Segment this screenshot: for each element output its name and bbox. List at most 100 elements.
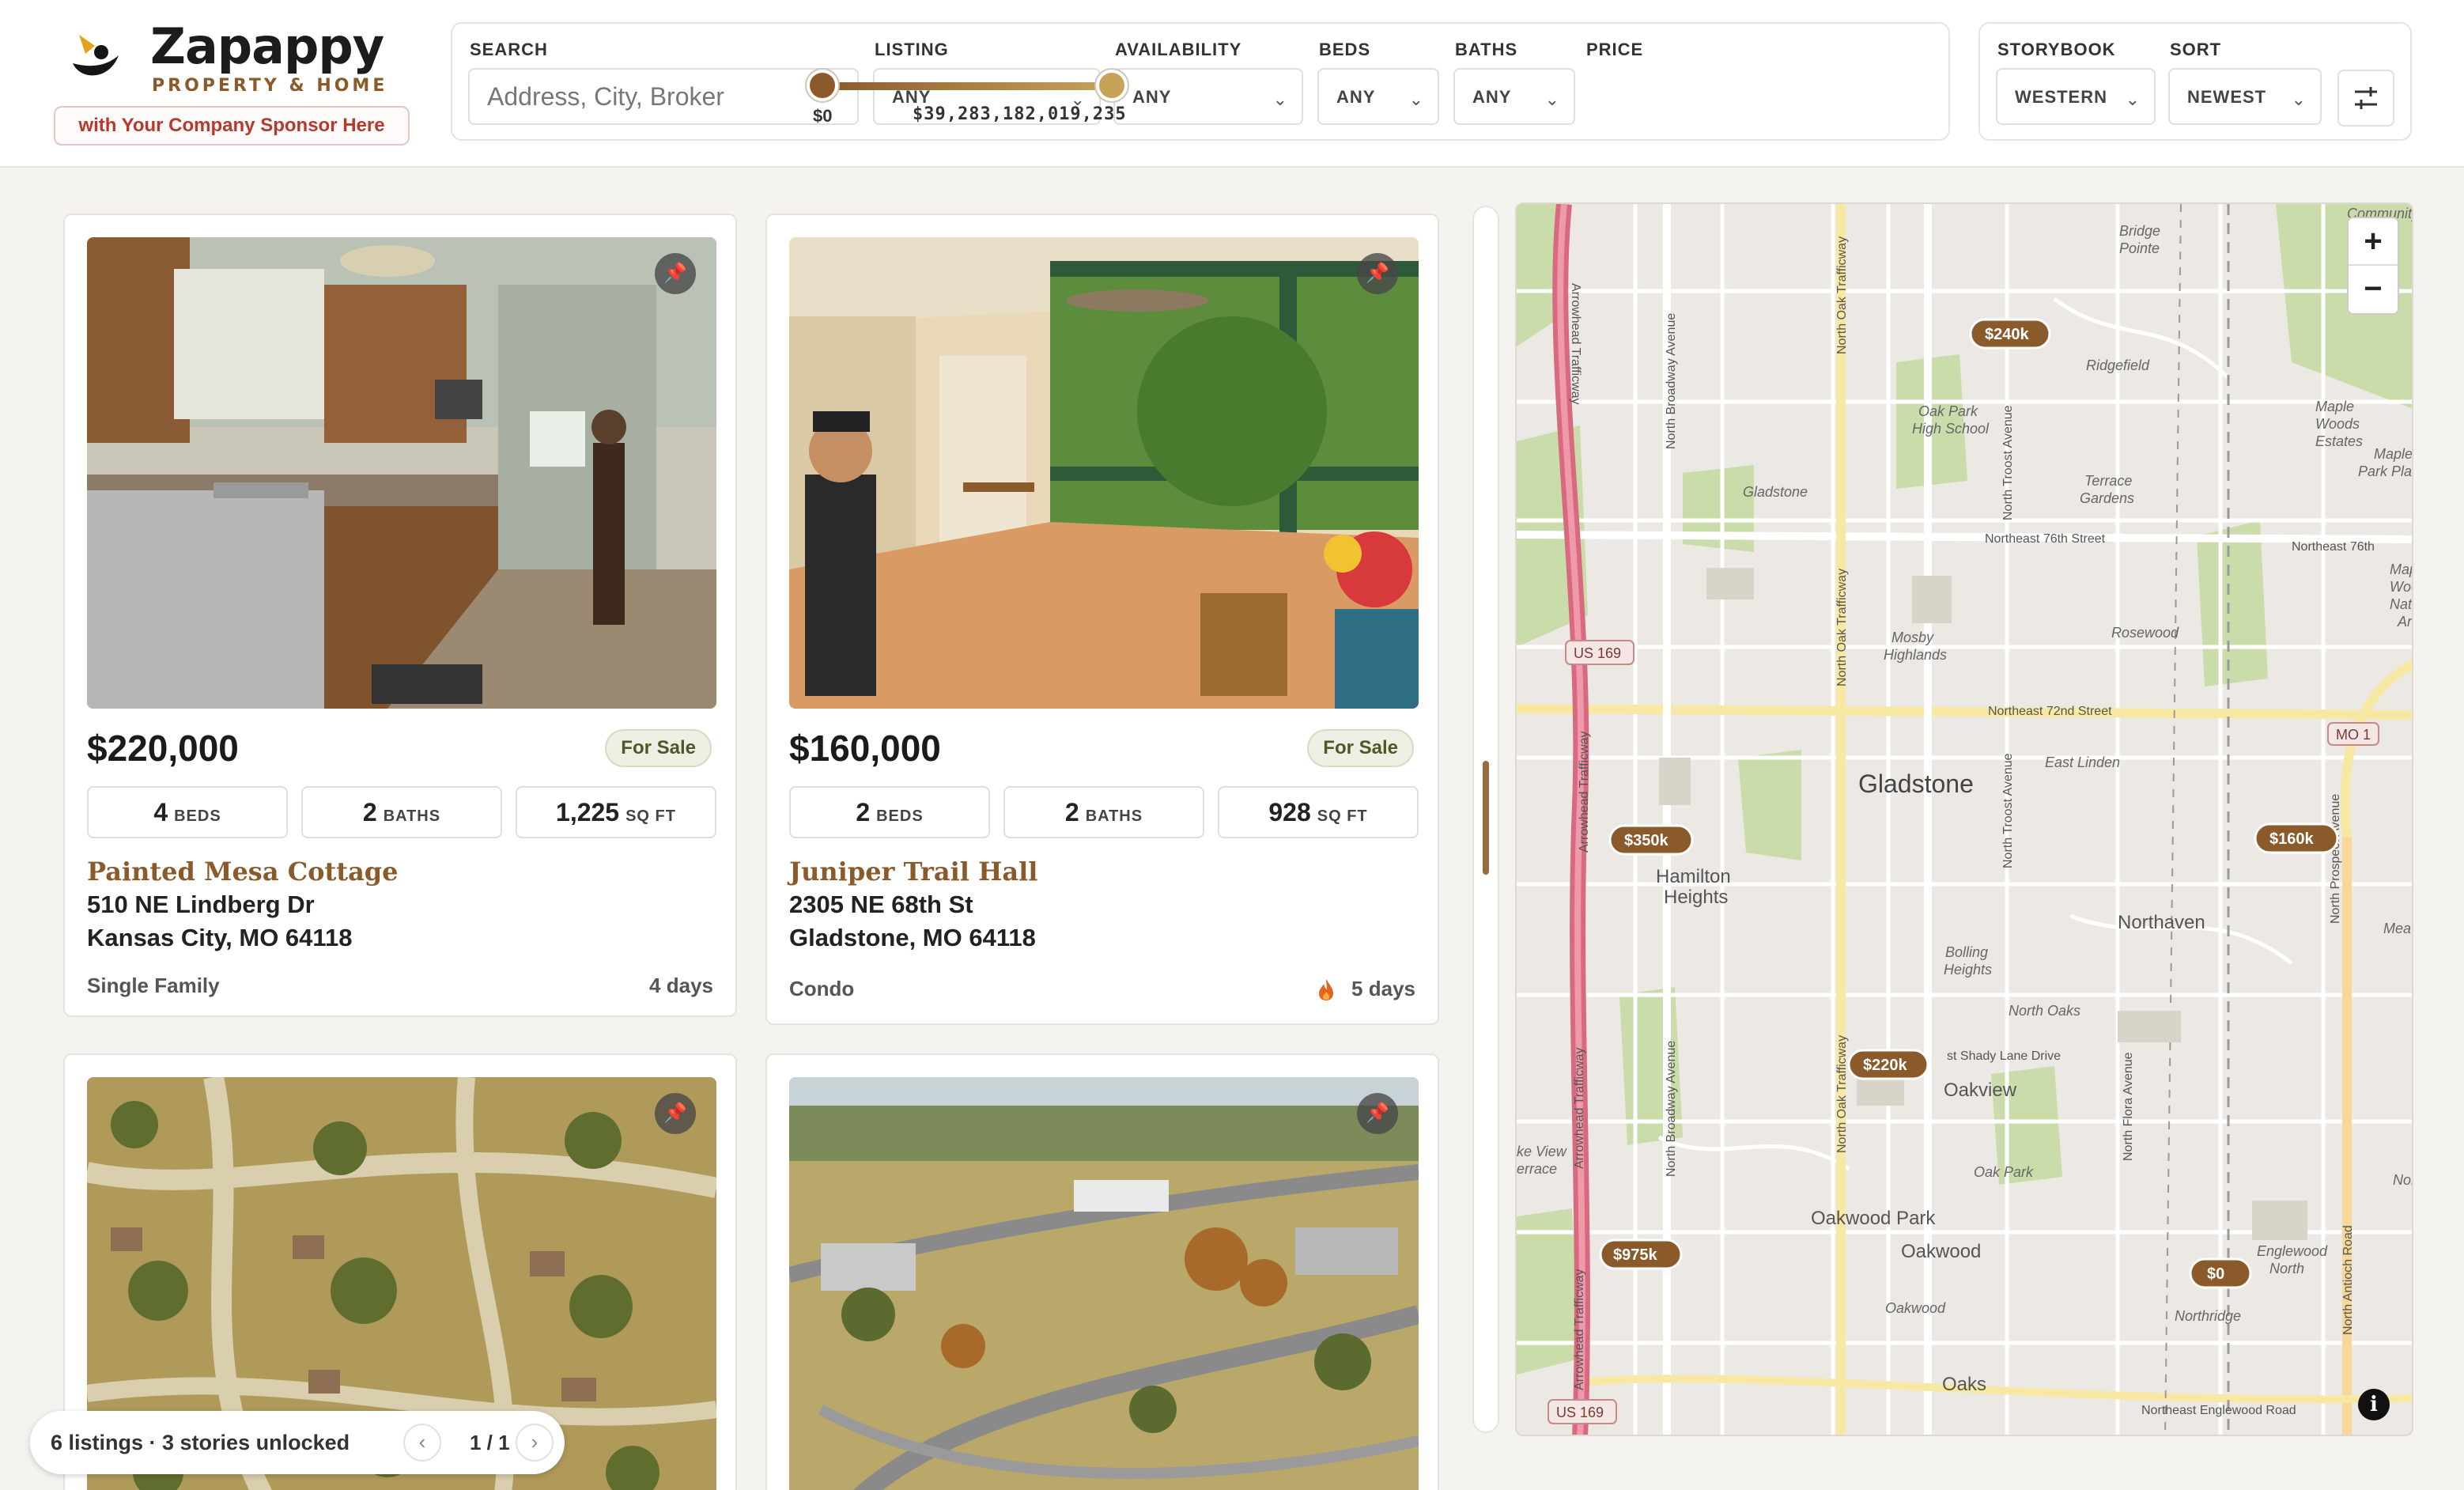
map-label: ke View [1517,1144,1567,1159]
zoom-controls: + − [2347,217,2399,315]
street-label: North Troost Avenue [2001,753,2015,868]
route-shield-us169-south: US 169 [1548,1399,1617,1424]
map-label: Gladstone [1743,484,1808,500]
baths-stat: 2 BATHS [1003,786,1204,838]
beds-label: BEDS [1319,40,1371,59]
filter-panel: SEARCH LISTING ANY ⌄ AVAILABILITY ANY ⌄ … [451,22,1950,141]
map-label: Mosby [1891,630,1934,645]
baths-unit: BATHS [383,807,441,825]
street-label: Arrowhead Trafficway [1573,1269,1586,1390]
svg-text:MO 1: MO 1 [2336,727,2371,743]
results-pager: 6 listings · 3 stories unlocked ‹ 1 / 1 … [30,1411,565,1474]
route-shield-us169-north: US 169 [1565,640,1634,665]
search-input[interactable] [487,70,835,123]
search-field [468,68,859,125]
map-marker-220k[interactable]: $220k [1847,1049,1929,1080]
pin-icon[interactable]: 📌 [655,1093,696,1134]
listings-scrollbar[interactable] [1472,206,1499,1433]
map-marker-975k[interactable]: $975k [1599,1239,1683,1270]
map-marker-0[interactable]: $0 [2189,1257,2252,1289]
map-label: Oakwood [1901,1241,1981,1262]
street-label: North Prospect Avenue [2329,794,2342,924]
listing-photo-aerial-highway[interactable]: 📌 [789,1077,1419,1490]
street-label: Northeast 76th Street [1985,532,2106,546]
svg-text:US 169: US 169 [1556,1405,1604,1420]
listing-photo-porch[interactable]: 📌 [789,237,1419,709]
listing-photo-kitchen[interactable]: 📌 [87,237,716,709]
listing-card[interactable]: 📌 $160,000 For Sale 2 BEDS 2 BATHS 928 SQ F… [765,214,1439,1025]
beds-value: ANY [1336,87,1376,107]
brand-name[interactable]: Zapappy [150,19,384,74]
map-label: Bridge [2119,223,2160,239]
svg-text:$240k: $240k [1985,326,2029,343]
beds-select[interactable]: ANY ⌄ [1317,68,1439,125]
map-marker-240k[interactable]: $240k [1969,318,2051,350]
map-label: North Oaks [2009,1003,2080,1019]
map-canvas[interactable]: Community Bridge Pointe Ridgefield Oak P… [1517,204,2413,1436]
next-page-button[interactable]: › [516,1424,554,1462]
svg-text:$350k: $350k [1624,832,1668,849]
price-min-value: $0 [813,106,833,126]
map-marker-350k[interactable]: $350k [1608,824,1694,856]
price-range-track[interactable] [824,82,1113,90]
pin-icon[interactable]: 📌 [1357,1093,1398,1134]
listing-card[interactable]: 📌 $220,000 For Sale 4 BEDS 2 BATHS 1,225 SQ… [63,214,737,1017]
listing-age: 5 days [1351,977,1415,1000]
street-label: North Broadway Avenue [1665,313,1678,449]
availability-select[interactable]: ANY ⌄ [1113,68,1303,125]
prev-page-button[interactable]: ‹ [403,1424,441,1462]
info-icon[interactable]: i [2358,1389,2390,1420]
map-label: Woods [2390,579,2413,595]
sort-select[interactable]: NEWEST ⌄ [2168,68,2322,125]
price-min-handle[interactable] [807,70,838,101]
sqft-stat: 1,225 SQ FT [516,786,716,838]
listing-name[interactable]: Juniper Trail Hall [789,856,1037,887]
baths-value: ANY [1472,87,1512,107]
baths-select[interactable]: ANY ⌄ [1453,68,1575,125]
map-label: Northaven [2118,912,2205,933]
sponsor-banner[interactable]: with Your Company Sponsor Here [54,106,410,146]
map-label: Northridge [2175,1308,2241,1324]
zoom-out-button[interactable]: − [2349,266,2398,313]
pin-icon[interactable]: 📌 [1357,253,1398,294]
route-shield-mo1: MO 1 [2327,722,2379,746]
sqft-count: 1,225 [556,798,620,826]
map-label: Northe [2393,1172,2413,1188]
scrollbar-thumb[interactable] [1483,761,1489,875]
map-view[interactable]: Community Bridge Pointe Ridgefield Oak P… [1515,202,2413,1436]
street-label: North Troost Avenue [2001,405,2015,520]
baths-stat: 2 BATHS [301,786,502,838]
map-label: Maple [2374,446,2413,462]
listing-card[interactable]: 📌 [765,1053,1439,1490]
zoom-in-button[interactable]: + [2349,218,2398,266]
map-label: East Linden [2045,754,2120,770]
storybook-select[interactable]: WESTERN ⌄ [1996,68,2156,125]
chevron-down-icon: ⌄ [2125,89,2140,109]
status-badge: For Sale [605,729,712,767]
price-max-handle[interactable] [1096,70,1128,101]
baths-unit: BATHS [1085,807,1143,825]
results-summary: 6 listings · 3 stories unlocked [51,1431,350,1454]
beds-stat: 2 BEDS [789,786,990,838]
svg-text:$975k: $975k [1613,1246,1657,1264]
street-label: Arrowhead Trafficway [1578,731,1591,853]
sqft-count: 928 [1268,798,1311,826]
map-label: Park Place [2358,463,2413,479]
advanced-filters-button[interactable] [2337,70,2394,127]
baths-count: 2 [1064,798,1079,826]
status-badge: For Sale [1307,729,1414,767]
chevron-down-icon: ⌄ [1544,89,1559,109]
search-label: SEARCH [470,40,548,59]
listing-name[interactable]: Painted Mesa Cottage [87,856,399,887]
map-label: Bolling [1945,944,1988,960]
street-label: Arrowhead Trafficway [1573,1047,1586,1169]
page-indicator: 1 / 1 [470,1431,510,1454]
map-label: Pointe [2119,240,2160,256]
map-label: Area [2397,614,2413,630]
street-label: North Broadway Avenue [1665,1041,1678,1177]
sort-label: SORT [2170,40,2222,59]
map-marker-160k[interactable]: $160k [2254,823,2339,854]
map-label: Ridgefield [2086,357,2150,373]
pin-icon[interactable]: 📌 [655,253,696,294]
svg-text:$220k: $220k [1863,1057,1907,1074]
